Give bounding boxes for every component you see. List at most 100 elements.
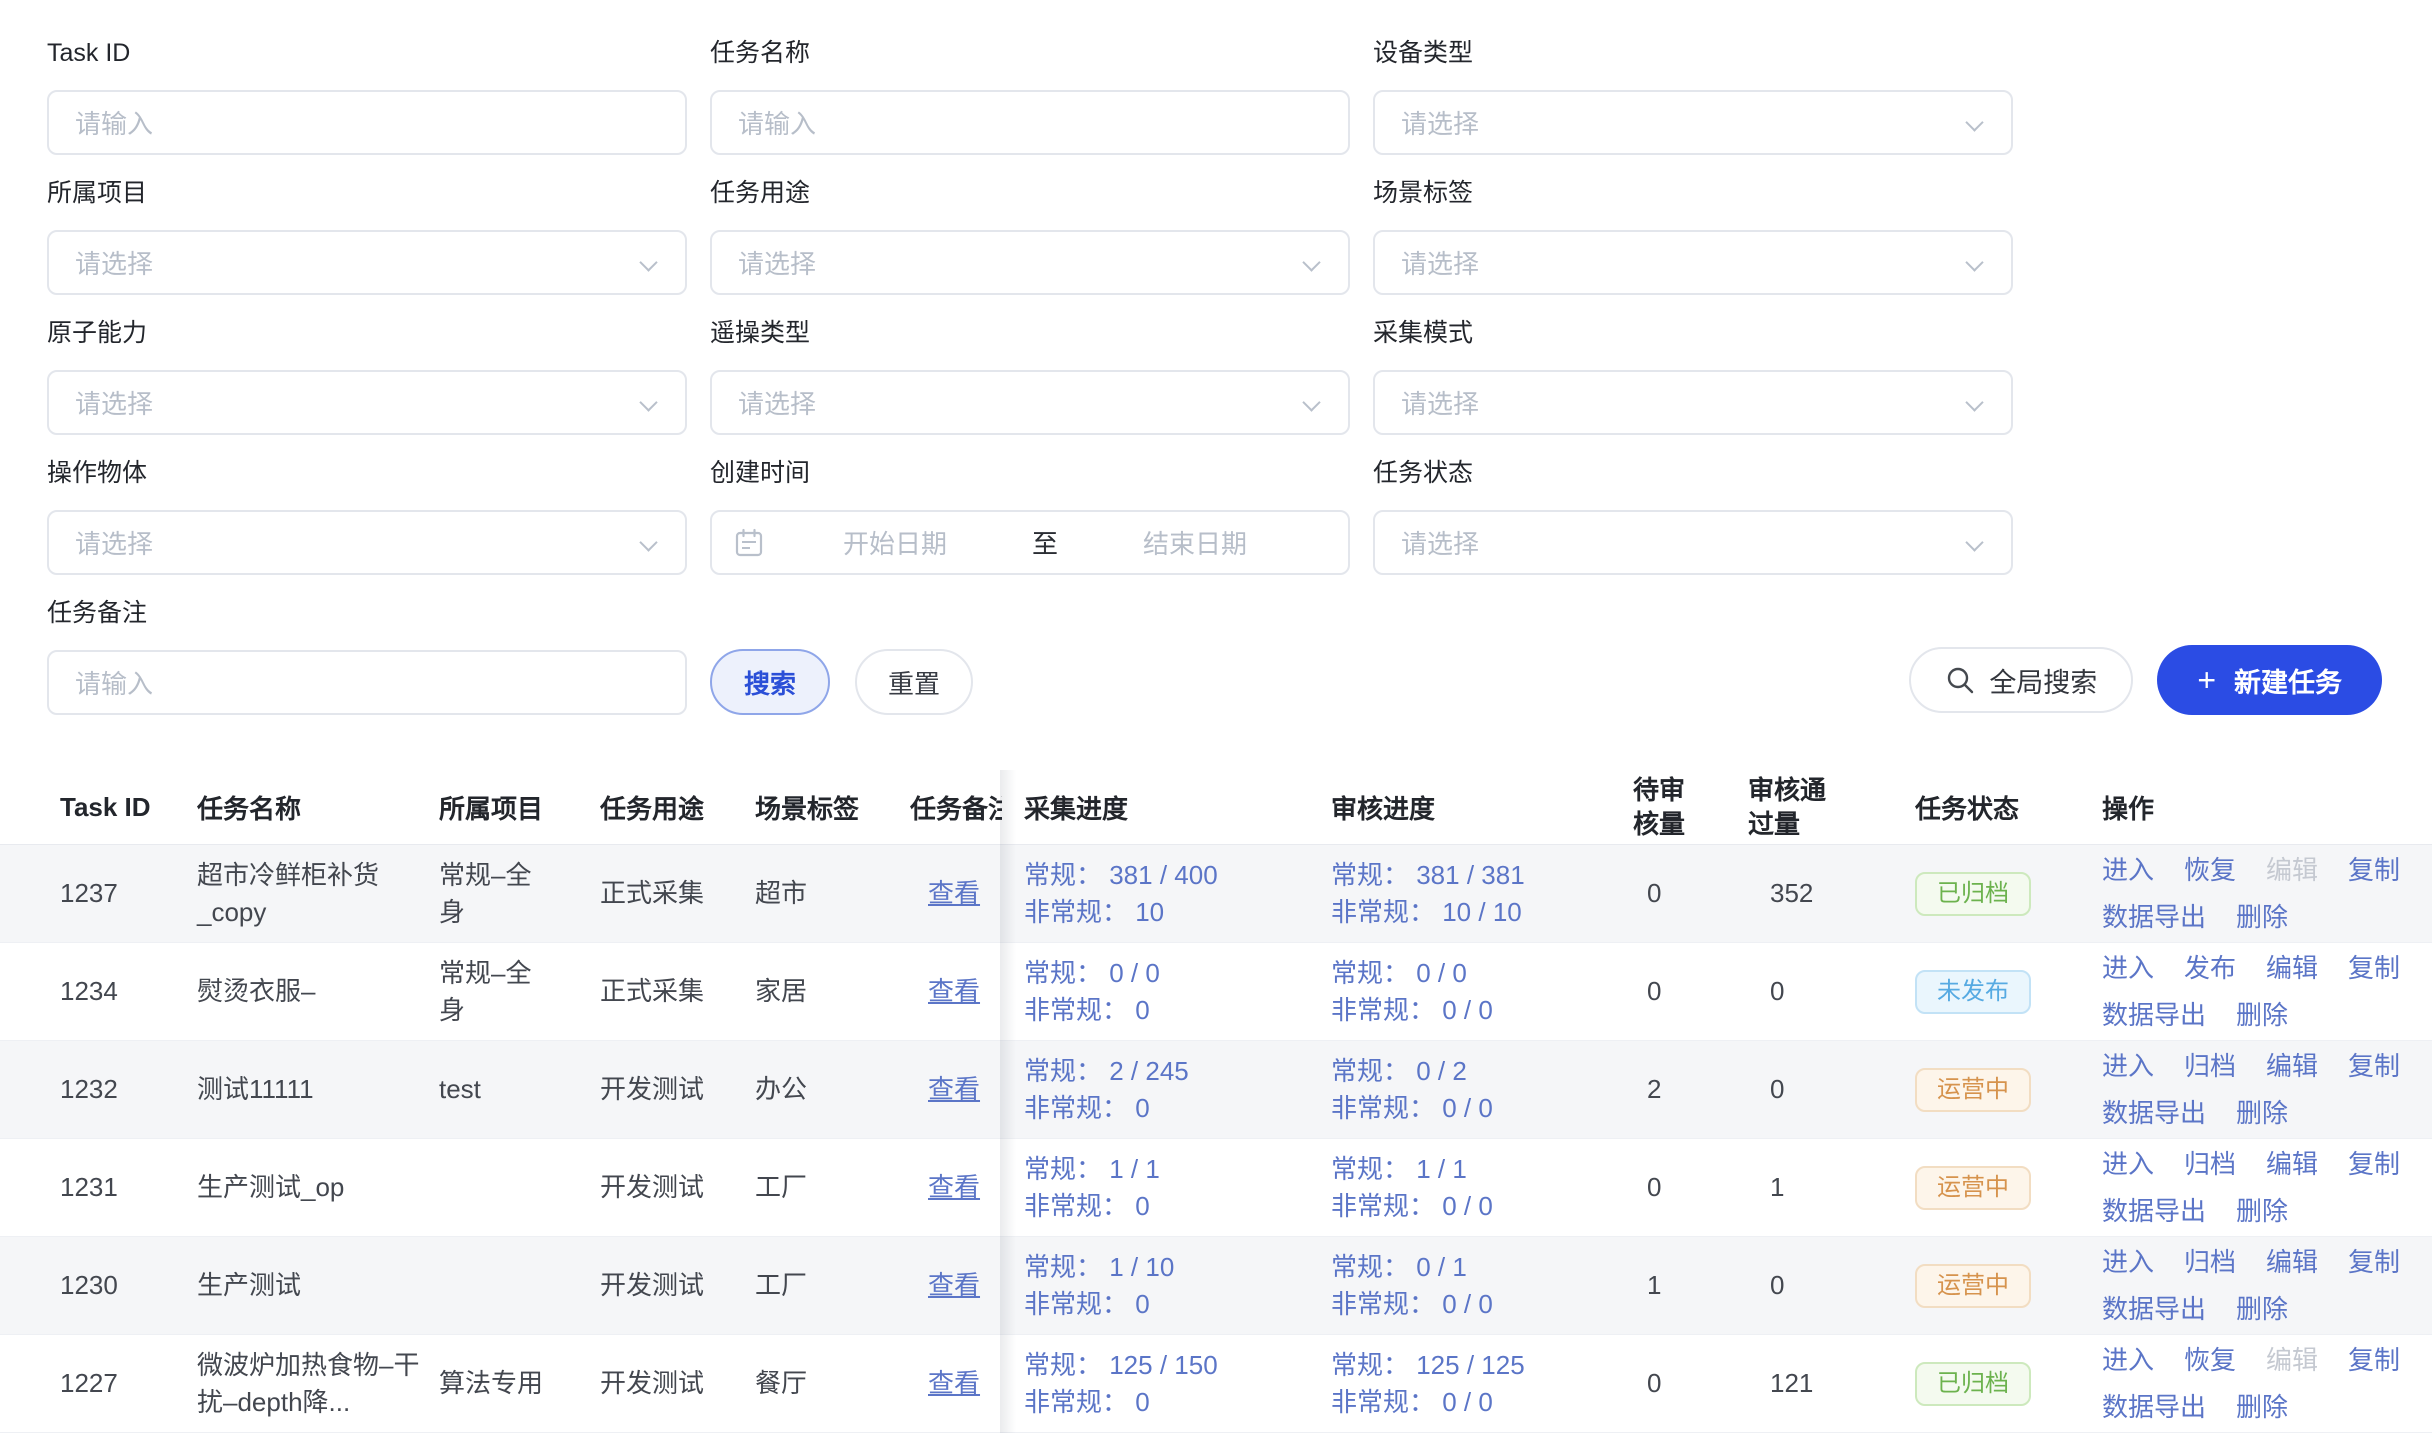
cell-purpose: 开发测试 xyxy=(600,1139,755,1236)
filter-field-9: 操作物体请选择 xyxy=(47,456,687,575)
filter-label: 操作物体 xyxy=(47,456,687,494)
column-header-7: 审核进度 xyxy=(1331,770,1633,844)
date-range-input[interactable]: 开始日期至结束日期 xyxy=(710,510,1350,575)
task-name-text: 生产测试 xyxy=(197,1267,301,1304)
action-link-enabled[interactable]: 删除 xyxy=(2236,899,2288,936)
action-link-enabled[interactable]: 复制 xyxy=(2348,1342,2400,1379)
action-link-enabled[interactable]: 归档 xyxy=(2184,1048,2236,1085)
cell-approved-count: 0 xyxy=(1748,1041,1915,1138)
action-link-enabled[interactable]: 进入 xyxy=(2102,1146,2154,1183)
filter-field-11: 任务状态请选择 xyxy=(1373,456,2013,575)
action-link-enabled[interactable]: 复制 xyxy=(2348,1146,2400,1183)
view-link[interactable]: 查看 xyxy=(910,1071,980,1108)
action-link-enabled[interactable]: 进入 xyxy=(2102,1048,2154,1085)
review-progress-text: 常规： 0 / 0非常规： 0 / 0 xyxy=(1331,955,1493,1029)
cell-status: 未发布 xyxy=(1915,943,2102,1040)
select-input[interactable]: 请选择 xyxy=(1373,90,2013,155)
progress-line: 非常规： 0 xyxy=(1024,1090,1189,1127)
cell-collect-progress: 常规： 1 / 10非常规： 0 xyxy=(1024,1237,1331,1334)
action-link-enabled[interactable]: 删除 xyxy=(2236,997,2288,1034)
view-link[interactable]: 查看 xyxy=(910,1169,980,1206)
view-link[interactable]: 查看 xyxy=(910,1365,980,1402)
cell-task-id: 1231 xyxy=(60,1139,197,1236)
select-input[interactable]: 请选择 xyxy=(710,370,1350,435)
action-link-enabled[interactable]: 发布 xyxy=(2184,950,2236,987)
action-link-enabled[interactable]: 数据导出 xyxy=(2102,1095,2206,1132)
column-header-5: 任务备注 xyxy=(910,770,1024,844)
select-input[interactable]: 请选择 xyxy=(47,230,687,295)
action-link-enabled[interactable]: 复制 xyxy=(2348,950,2400,987)
column-header-11: 操作 xyxy=(2102,770,2432,844)
action-link-enabled[interactable]: 复制 xyxy=(2348,1244,2400,1281)
review-progress-text: 常规： 125 / 125非常规： 0 / 0 xyxy=(1331,1347,1525,1421)
cell-purpose: 开发测试 xyxy=(600,1041,755,1138)
action-link-enabled[interactable]: 复制 xyxy=(2348,852,2400,889)
pending-count: 0 xyxy=(1633,1169,1661,1206)
search-button[interactable]: 搜索 xyxy=(710,649,830,715)
approved-count: 0 xyxy=(1748,1267,1784,1304)
action-link-enabled[interactable]: 复制 xyxy=(2348,1048,2400,1085)
cell-purpose: 正式采集 xyxy=(600,943,755,1040)
action-link-enabled[interactable]: 恢复 xyxy=(2184,852,2236,889)
action-link-enabled[interactable]: 数据导出 xyxy=(2102,1193,2206,1230)
select-input[interactable]: 请选择 xyxy=(47,370,687,435)
action-link-enabled[interactable]: 进入 xyxy=(2102,950,2154,987)
action-link-enabled[interactable]: 进入 xyxy=(2102,852,2154,889)
action-link-enabled[interactable]: 数据导出 xyxy=(2102,1291,2206,1328)
pending-count: 1 xyxy=(1633,1267,1661,1304)
text-input[interactable]: 请输入 xyxy=(47,650,687,715)
select-input[interactable]: 请选择 xyxy=(1373,230,2013,295)
select-input[interactable]: 请选择 xyxy=(710,230,1350,295)
start-date-placeholder: 开始日期 xyxy=(764,524,1026,561)
filter-field-5: 场景标签请选择 xyxy=(1373,176,2013,295)
chevron-down-icon xyxy=(1302,253,1320,271)
project-text: 算法专用 xyxy=(439,1365,543,1402)
progress-line: 非常规： 0 xyxy=(1024,1384,1218,1421)
action-link-enabled[interactable]: 删除 xyxy=(2236,1291,2288,1328)
action-link-enabled[interactable]: 数据导出 xyxy=(2102,997,2206,1034)
action-link-enabled[interactable]: 删除 xyxy=(2236,1095,2288,1132)
table-header-row: Task ID任务名称所属项目任务用途场景标签任务备注采集进度审核进度待审核量审… xyxy=(0,770,2432,845)
action-link-enabled[interactable]: 归档 xyxy=(2184,1244,2236,1281)
select-input[interactable]: 请选择 xyxy=(1373,370,2013,435)
action-link-enabled[interactable]: 删除 xyxy=(2236,1389,2288,1426)
action-links: 进入归档编辑复制数据导出删除 xyxy=(2102,1244,2416,1328)
select-input[interactable]: 请选择 xyxy=(1373,510,2013,575)
global-search-button[interactable]: 全局搜索 xyxy=(1909,647,2133,713)
cell-status: 运营中 xyxy=(1915,1139,2102,1236)
action-link-enabled[interactable]: 恢复 xyxy=(2184,1342,2236,1379)
filter-label: 任务用途 xyxy=(710,176,1350,214)
cell-task-id: 1234 xyxy=(60,943,197,1040)
chevron-down-icon xyxy=(639,253,657,271)
text-input[interactable]: 请输入 xyxy=(47,90,687,155)
task-name-text: 微波炉加热食物–干扰–depth降... xyxy=(197,1347,423,1421)
action-link-enabled[interactable]: 编辑 xyxy=(2266,1048,2318,1085)
select-placeholder: 请选择 xyxy=(1401,384,1479,421)
view-link[interactable]: 查看 xyxy=(910,875,980,912)
progress-line: 常规： 0 / 0 xyxy=(1024,955,1160,992)
status-badge: 运营中 xyxy=(1915,1068,2031,1112)
action-link-enabled[interactable]: 数据导出 xyxy=(2102,1389,2206,1426)
create-task-button[interactable]: + 新建任务 xyxy=(2157,645,2382,715)
cell-scene: 办公 xyxy=(755,1041,910,1138)
action-link-enabled[interactable]: 删除 xyxy=(2236,1193,2288,1230)
select-input[interactable]: 请选择 xyxy=(47,510,687,575)
table-row: 1230生产测试开发测试工厂查看常规： 1 / 10非常规： 0常规： 0 / … xyxy=(0,1237,2432,1335)
filter-label: 任务备注 xyxy=(47,596,687,634)
chevron-down-icon xyxy=(1965,113,1983,131)
action-link-enabled[interactable]: 编辑 xyxy=(2266,1146,2318,1183)
action-link-enabled[interactable]: 数据导出 xyxy=(2102,899,2206,936)
column-header-label: 任务名称 xyxy=(197,789,301,826)
reset-button[interactable]: 重置 xyxy=(855,649,973,715)
action-link-enabled[interactable]: 编辑 xyxy=(2266,1244,2318,1281)
chevron-down-icon xyxy=(639,533,657,551)
cell-collect-progress: 常规： 381 / 400非常规： 10 xyxy=(1024,845,1331,942)
action-link-enabled[interactable]: 归档 xyxy=(2184,1146,2236,1183)
text-input[interactable]: 请输入 xyxy=(710,90,1350,155)
progress-line: 常规： 381 / 400 xyxy=(1024,857,1218,894)
view-link[interactable]: 查看 xyxy=(910,1267,980,1304)
action-link-enabled[interactable]: 进入 xyxy=(2102,1342,2154,1379)
view-link[interactable]: 查看 xyxy=(910,973,980,1010)
action-link-enabled[interactable]: 进入 xyxy=(2102,1244,2154,1281)
action-link-enabled[interactable]: 编辑 xyxy=(2266,950,2318,987)
